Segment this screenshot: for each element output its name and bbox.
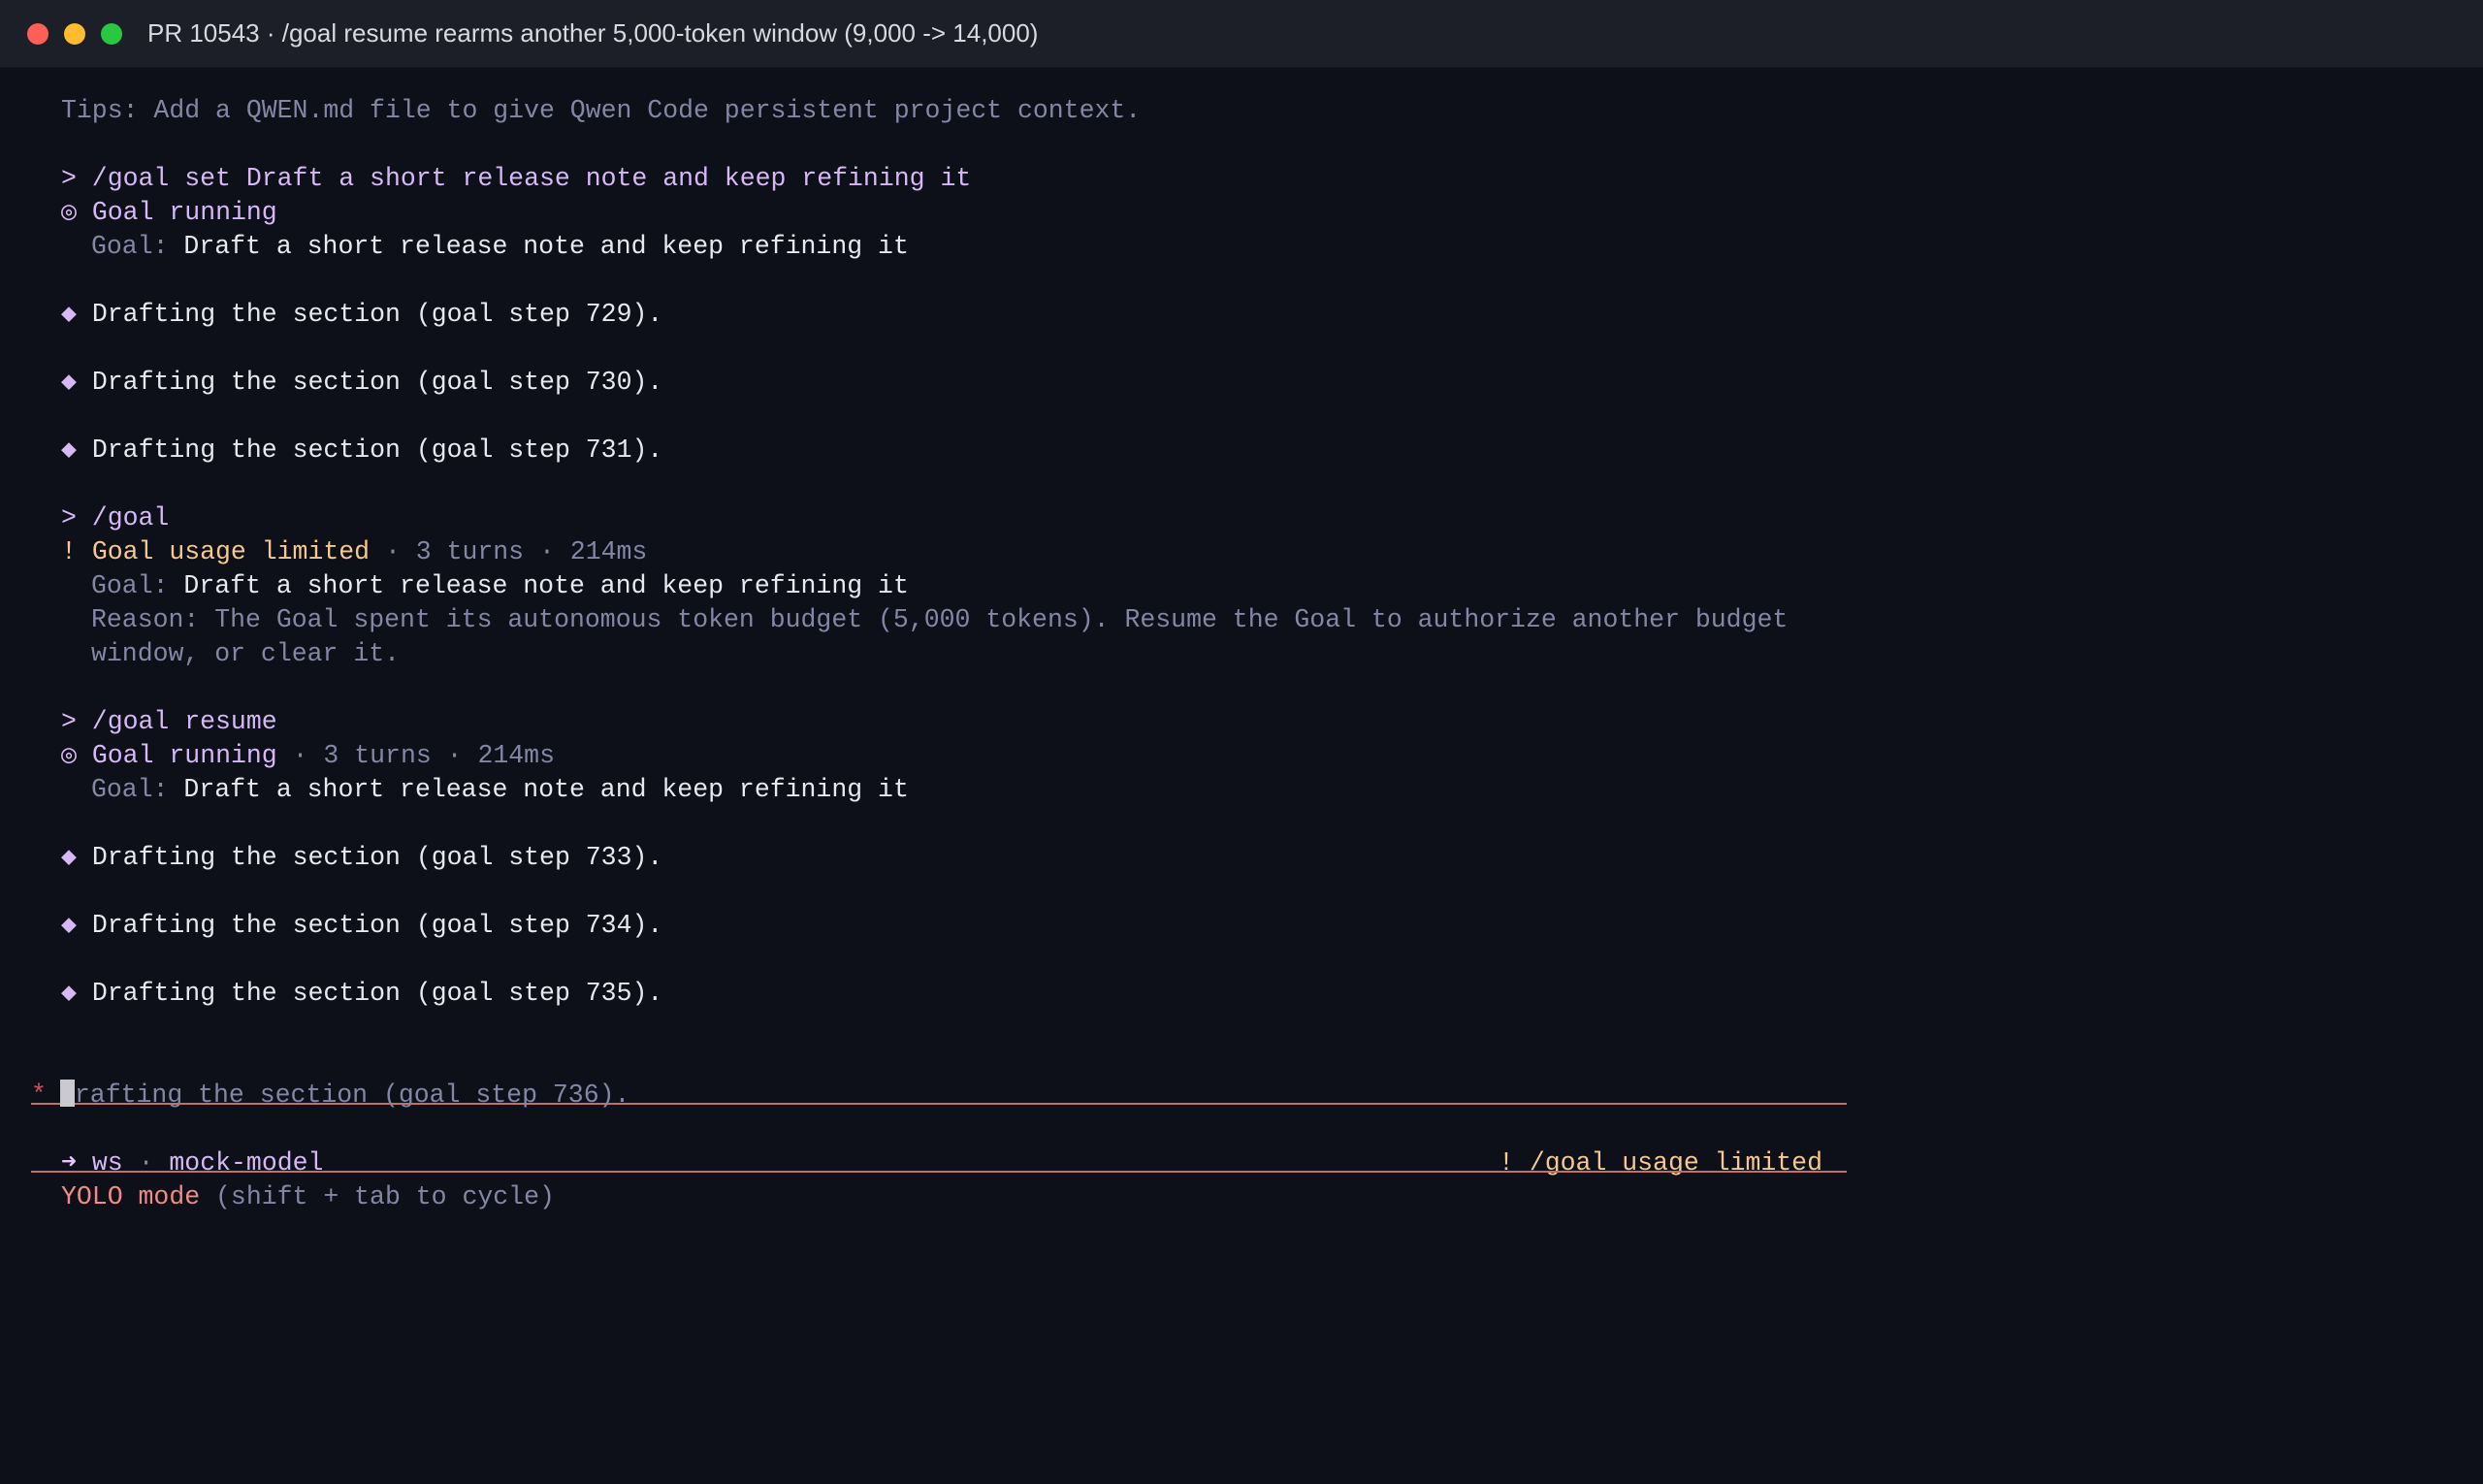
model-name: mock-model <box>169 1148 324 1178</box>
goal-status-line: ◎ Goal running <box>61 196 2483 230</box>
status-bar: ➜ ws · mock-model ! /goal usage limited <box>61 1146 1822 1180</box>
prompt-input[interactable]: * rafting the section (goal step 736). <box>31 1079 2483 1113</box>
diamond-icon: ◆ <box>61 979 77 1008</box>
input-bottom-divider <box>31 1171 1847 1173</box>
goal-label: Goal: <box>91 571 169 600</box>
diamond-icon: ◆ <box>61 368 77 397</box>
arrow-right-icon: ➜ <box>61 1148 77 1178</box>
goal-status-line: ! Goal usage limited · 3 turns · 214ms <box>61 535 2483 569</box>
step-text: Drafting the section (goal step 731). <box>91 436 663 465</box>
workspace-name: ws <box>91 1148 123 1178</box>
goal-status: Goal running <box>91 198 277 227</box>
minimize-window-button[interactable] <box>64 22 85 45</box>
separator: · <box>122 1148 170 1178</box>
step-line: ◆ Drafting the section (goal step 734). <box>61 909 2483 943</box>
goal-status-line: ◎ Goal running · 3 turns · 214ms <box>61 739 2483 773</box>
diamond-icon: ◆ <box>61 843 77 872</box>
step-line: ◆ Drafting the section (goal step 729). <box>61 298 2483 332</box>
input-placeholder: rafting the section (goal step 736). <box>74 1081 630 1110</box>
reason-line: window, or clear it. <box>91 639 401 668</box>
tips-line: Tips: Add a QWEN.md file to give Qwen Co… <box>61 96 1142 125</box>
goal-meta: · 3 turns · 214ms <box>276 741 555 770</box>
goal-usage-warning: ! /goal usage limited <box>1499 1148 1822 1178</box>
goal-meta: · 3 turns · 214ms <box>370 537 648 566</box>
goal-line: Goal: Draft a short release note and kee… <box>61 230 2483 264</box>
diamond-icon: ◆ <box>61 436 77 465</box>
step-text: Drafting the section (goal step 733). <box>91 843 663 872</box>
goal-text: Draft a short release note and keep refi… <box>183 232 909 261</box>
step-line: ◆ Drafting the section (goal step 731). <box>61 434 2483 468</box>
mode-line: YOLO mode (shift + tab to cycle) <box>61 1180 2483 1214</box>
maximize-window-button[interactable] <box>101 22 122 45</box>
goal-status: Goal running <box>91 741 277 770</box>
prompt-asterisk: * <box>31 1081 47 1110</box>
mode-label: YOLO mode <box>61 1182 201 1211</box>
text-cursor <box>59 1080 75 1107</box>
command-line: > /goal set Draft a short release note a… <box>61 164 972 193</box>
target-icon: ◎ <box>61 198 77 227</box>
step-text: Drafting the section (goal step 729). <box>91 300 663 329</box>
warning-icon: ! <box>61 537 77 566</box>
goal-label: Goal: <box>91 232 169 261</box>
goal-line: Goal: Draft a short release note and kee… <box>61 773 2483 807</box>
step-text: Drafting the section (goal step 730). <box>91 368 663 397</box>
goal-text: Draft a short release note and keep refi… <box>183 571 909 600</box>
step-text: Drafting the section (goal step 735). <box>91 979 663 1008</box>
goal-line: Goal: Draft a short release note and kee… <box>61 569 2483 603</box>
reason-line: Reason: The Goal spent its autonomous to… <box>91 605 1789 634</box>
window-title: PR 10543 · /goal resume rearms another 5… <box>147 18 1039 48</box>
command-line: > /goal resume <box>61 707 277 736</box>
target-icon: ◎ <box>61 741 77 770</box>
workspace-info: ➜ ws · mock-model <box>61 1146 323 1180</box>
terminal-output: Tips: Add a QWEN.md file to give Qwen Co… <box>0 68 2483 1214</box>
goal-text: Draft a short release note and keep refi… <box>183 775 909 804</box>
step-line: ◆ Drafting the section (goal step 733). <box>61 841 2483 875</box>
step-line: ◆ Drafting the section (goal step 735). <box>61 977 2483 1011</box>
step-line: ◆ Drafting the section (goal step 730). <box>61 366 2483 400</box>
goal-status: Goal usage limited <box>91 537 371 566</box>
step-text: Drafting the section (goal step 734). <box>91 911 663 940</box>
diamond-icon: ◆ <box>61 300 77 329</box>
goal-label: Goal: <box>91 775 169 804</box>
command-line: > /goal <box>61 503 170 532</box>
close-window-button[interactable] <box>27 22 48 45</box>
diamond-icon: ◆ <box>61 911 77 940</box>
mode-hint: (shift + tab to cycle) <box>200 1182 555 1211</box>
window-titlebar: PR 10543 · /goal resume rearms another 5… <box>0 0 2483 68</box>
